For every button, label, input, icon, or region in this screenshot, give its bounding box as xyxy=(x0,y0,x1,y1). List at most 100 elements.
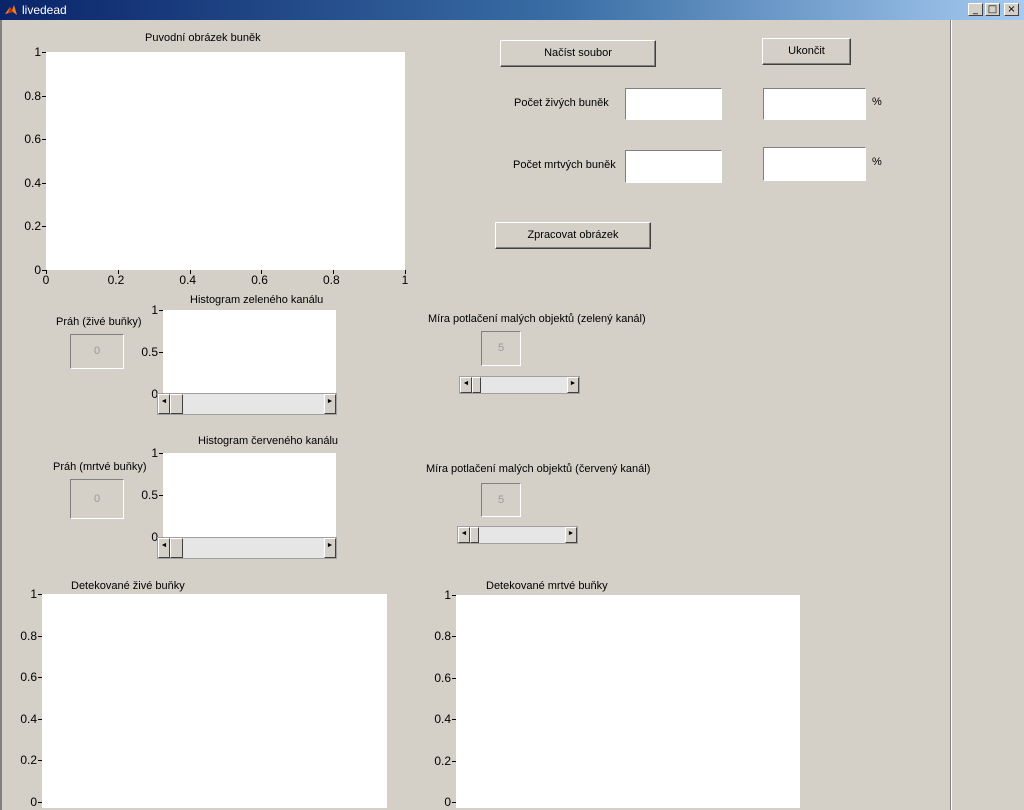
y-tick-label: 0.5 xyxy=(141,345,158,359)
slider-left-arrow-icon[interactable]: ◄ xyxy=(458,527,470,543)
slider-right-arrow-icon[interactable]: ► xyxy=(324,394,336,414)
y-tick-mark xyxy=(42,139,46,141)
live-count-field[interactable] xyxy=(625,88,722,120)
dead-percent-field[interactable] xyxy=(763,147,866,181)
dead-detect-title: Detekované mrtvé buňky xyxy=(486,580,608,592)
live-percent-sign: % xyxy=(872,96,882,108)
x-tick-label: 0 xyxy=(42,273,50,287)
y-tick-mark xyxy=(42,226,46,228)
window-title: livedead xyxy=(22,3,67,17)
load-file-button[interactable]: Načíst soubor xyxy=(500,40,656,67)
y-tick-mark xyxy=(38,802,42,803)
y-tick-mark xyxy=(38,677,42,679)
red-threshold-field[interactable]: 0 xyxy=(70,479,124,519)
green-histogram-axes xyxy=(163,310,336,394)
x-tick-mark xyxy=(46,270,47,274)
y-tick-label: 0.8 xyxy=(434,629,451,644)
y-tick-label: 0.6 xyxy=(20,670,37,685)
green-suppression-label: Míra potlačení malých objektů (zelený ka… xyxy=(428,313,646,325)
red-threshold-slider[interactable]: ◄ ► xyxy=(157,537,337,559)
process-image-button[interactable]: Zpracovat obrázek xyxy=(495,222,651,249)
x-tick-mark xyxy=(261,270,263,274)
red-histogram-axes xyxy=(163,453,336,537)
green-threshold-field[interactable]: 0 xyxy=(70,334,124,369)
y-tick-label: 0.4 xyxy=(20,711,37,726)
y-tick-mark xyxy=(452,595,456,596)
slider-left-arrow-icon[interactable]: ◄ xyxy=(158,394,170,414)
y-tick-mark xyxy=(159,310,163,311)
y-tick-mark xyxy=(452,760,456,762)
y-tick-label: 0.2 xyxy=(434,753,451,768)
right-panel-divider-highlight xyxy=(951,20,952,810)
slider-left-arrow-icon[interactable]: ◄ xyxy=(158,538,170,558)
y-tick-mark xyxy=(159,453,163,454)
y-tick-label: 0.2 xyxy=(24,219,41,234)
y-tick-label: 0 xyxy=(30,795,37,809)
y-tick-mark xyxy=(38,635,42,637)
dead-detect-axes xyxy=(456,595,800,808)
slider-thumb[interactable] xyxy=(170,394,183,414)
y-tick-label: 1 xyxy=(444,588,451,602)
y-tick-label: 0.8 xyxy=(24,88,41,103)
y-tick-label: 0 xyxy=(34,263,41,277)
y-tick-label: 1 xyxy=(30,587,37,601)
original-axes-title: Puvodní obrázek buněk xyxy=(145,32,261,44)
y-tick-mark xyxy=(38,718,42,720)
dead-count-label: Počet mrtvých buněk xyxy=(513,159,616,171)
maximize-button[interactable]: □ xyxy=(985,3,1000,16)
x-tick-label: 0.8 xyxy=(323,273,340,287)
y-tick-mark xyxy=(452,802,456,803)
slider-thumb[interactable] xyxy=(470,527,479,543)
live-count-label: Počet živých buněk xyxy=(514,97,609,109)
y-tick-label: 0.5 xyxy=(141,488,158,502)
close-button[interactable]: × xyxy=(1004,3,1019,16)
red-suppression-field[interactable]: 5 xyxy=(481,483,521,517)
slider-left-arrow-icon[interactable]: ◄ xyxy=(460,377,472,393)
x-tick-label: 0.4 xyxy=(179,273,197,287)
y-tick-label: 0.8 xyxy=(20,628,37,643)
green-suppression-field[interactable]: 5 xyxy=(481,331,521,366)
x-tick-label: 0.6 xyxy=(251,273,268,287)
y-tick-mark xyxy=(452,719,456,721)
x-tick-mark xyxy=(333,270,335,274)
dead-count-field[interactable] xyxy=(625,150,722,183)
y-tick-mark xyxy=(42,95,46,97)
live-percent-field[interactable] xyxy=(763,88,866,120)
y-tick-label: 1 xyxy=(34,45,41,59)
live-detect-title: Detekované živé buňky xyxy=(71,580,185,592)
y-tick-mark xyxy=(159,352,163,353)
slider-thumb[interactable] xyxy=(472,377,481,393)
red-threshold-label: Práh (mrtvé buňky) xyxy=(53,461,147,473)
original-image-axes xyxy=(46,52,405,270)
slider-right-arrow-icon[interactable]: ► xyxy=(565,527,577,543)
y-tick-mark xyxy=(159,495,163,496)
y-tick-label: 0.2 xyxy=(20,753,37,768)
y-tick-label: 1 xyxy=(151,303,158,317)
slider-right-arrow-icon[interactable]: ► xyxy=(324,538,336,558)
y-tick-label: 0.4 xyxy=(434,712,451,727)
x-tick-label: 0.2 xyxy=(107,273,125,287)
red-suppression-slider[interactable]: ◄ ► xyxy=(457,526,578,544)
x-tick-mark xyxy=(405,270,406,274)
live-detect-axes xyxy=(42,594,387,808)
y-tick-mark xyxy=(452,636,456,638)
y-tick-label: 0.6 xyxy=(24,132,41,147)
y-tick-label: 0.6 xyxy=(434,670,451,685)
slider-thumb[interactable] xyxy=(170,538,183,558)
y-tick-mark xyxy=(452,677,456,679)
x-tick-label: 1 xyxy=(401,273,409,287)
matlab-icon xyxy=(5,5,17,15)
dead-percent-sign: % xyxy=(872,156,882,168)
y-tick-mark xyxy=(38,760,42,762)
y-tick-label: 1 xyxy=(151,446,158,460)
y-tick-label: 0 xyxy=(444,795,451,809)
red-histogram-title: Histogram červeného kanálu xyxy=(198,435,339,447)
quit-button[interactable]: Ukončit xyxy=(762,38,851,65)
x-tick-mark xyxy=(189,270,191,274)
green-suppression-slider[interactable]: ◄ ► xyxy=(459,376,580,394)
y-tick-mark xyxy=(42,182,46,184)
slider-right-arrow-icon[interactable]: ► xyxy=(567,377,579,393)
minimize-button[interactable]: _ xyxy=(968,3,983,16)
green-threshold-label: Práh (živé buňky) xyxy=(56,316,142,328)
green-threshold-slider[interactable]: ◄ ► xyxy=(157,393,337,415)
